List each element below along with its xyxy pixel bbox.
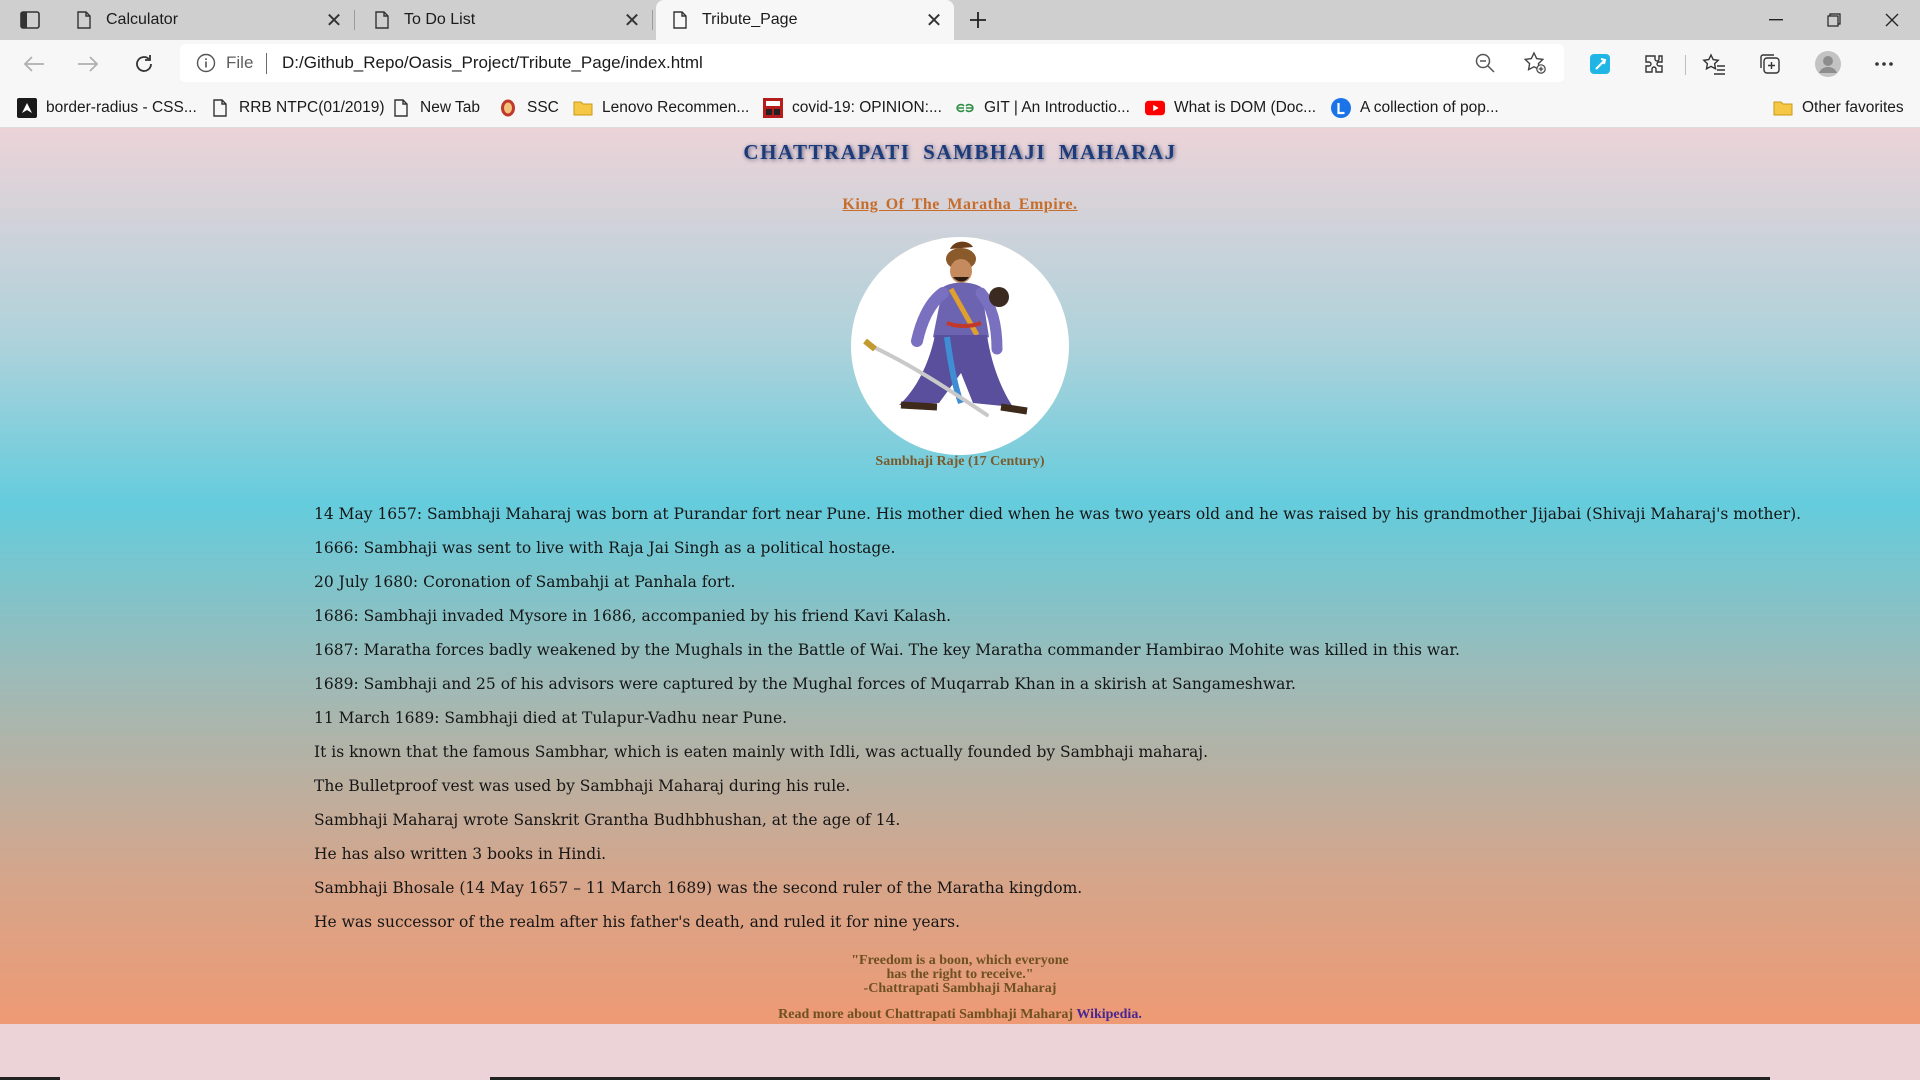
add-favorite-icon[interactable] [1523,51,1547,75]
news-icon [763,98,783,118]
address-divider [266,53,267,74]
bookmark-item[interactable]: GIT | An Introductio... [955,97,1130,119]
list-item: 1666: Sambhaji was sent to live with Raj… [314,539,896,557]
toolbar-divider [1685,55,1686,75]
page-icon [391,98,411,118]
close-window-button[interactable] [1864,0,1920,40]
bookmark-item[interactable]: border-radius - CSS... [17,97,197,119]
read-more: Read more about Chattrapati Sambhaji Mah… [0,1007,1920,1023]
quote-line: has the right to receive." [886,967,1034,982]
bookmark-item[interactable]: Lenovo Recommen... [573,97,749,119]
favorites-icon[interactable] [1700,50,1728,78]
list-item: Sambhaji Maharaj wrote Sanskrit Grantha … [314,811,901,829]
avatar[interactable] [1814,50,1842,78]
tribute-facts-list: 14 May 1657: Sambhaji Maharaj was born a… [314,504,1802,946]
tab-calculator[interactable]: Calculator ✕ [60,0,355,40]
bookmark-label: Lenovo Recommen... [602,99,750,116]
bookmark-label: New Tab [420,99,481,116]
image-caption: Sambhaji Raje (17 Century) [875,454,1045,469]
tab-title: Calculator [106,11,179,28]
list-item: The Bulletproof vest was used by Sambhaj… [314,777,851,795]
bookmark-item[interactable]: SSC [498,97,559,119]
sambhaji-portrait-image [851,237,1069,455]
bookmark-label: border-radius - CSS... [46,99,197,116]
page-viewport: CHATTRAPATI SAMBHAJI MAHARAJ King Of The… [0,128,1920,1024]
list-item: 20 July 1680: Coronation of Sambahji at … [314,573,736,591]
bookmark-label: GIT | An Introductio... [984,99,1130,116]
new-tab-button[interactable] [962,4,994,36]
list-item: 1686: Sambhaji invaded Mysore in 1686, a… [314,607,952,625]
close-icon[interactable]: ✕ [618,6,646,34]
bookmark-label: RRB NTPC(01/2019) [239,99,385,116]
tab-to-do-list[interactable]: To Do List ✕ [358,0,653,40]
bookmark-item[interactable]: What is DOM (Doc... [1145,97,1316,119]
page-bottom-area [0,1024,1920,1080]
restore-button[interactable] [1806,0,1862,40]
address-scheme: File [226,53,254,72]
list-item: 1689: Sambhaji and 25 of his advisors we… [314,675,1296,693]
tab-title: Tribute_Page [702,11,798,28]
extensions-icon[interactable] [1640,50,1668,78]
ssc-emblem-icon [498,98,518,118]
read-more-text: Read more about Chattrapati Sambhaji Mah… [778,1007,1074,1022]
list-item: He was successor of the realm after his … [314,913,961,931]
list-item: Sambhaji Bhosale (14 May 1657 – 11 March… [314,879,1083,897]
l-logo-icon [1331,98,1351,118]
gfg-icon [955,98,975,118]
tab-strip: Calculator ✕ To Do List ✕ Tribute_Page ✕ [0,0,1920,40]
bookmark-label: A collection of pop... [1360,99,1499,116]
address-url[interactable]: D:/Github_Repo/Oasis_Project/Tribute_Pag… [282,53,703,73]
bookmark-label: covid-19: OPINION:... [792,99,942,116]
close-icon[interactable]: ✕ [320,6,348,34]
other-favorites[interactable]: Other favorites [1773,97,1904,119]
forward-button[interactable] [70,46,106,82]
bookmark-label: What is DOM (Doc... [1174,99,1317,116]
quote-author: -Chattrapati Sambhaji Maharaj [863,981,1057,996]
edge-drop-icon[interactable] [1586,50,1614,78]
tab-title: To Do List [404,11,476,28]
bookmark-item[interactable]: RRB NTPC(01/2019) [210,97,385,119]
info-icon[interactable] [196,53,216,73]
bookmark-label: SSC [527,99,559,116]
other-favorites-label: Other favorites [1802,99,1904,116]
bookmark-item[interactable]: A collection of pop... [1331,97,1499,119]
bookmark-dark-icon [17,98,37,118]
page-icon [210,98,230,118]
tab-tribute-page[interactable]: Tribute_Page ✕ [656,0,954,40]
bookmark-item[interactable]: covid-19: OPINION:... [763,97,942,119]
collections-icon[interactable] [1756,50,1784,78]
page-icon [74,10,94,30]
wikipedia-link[interactable]: Wikipedia. [1076,1007,1142,1022]
page-icon [372,10,392,30]
address-bar[interactable]: File D:/Github_Repo/Oasis_Project/Tribut… [180,44,1564,82]
list-item: 11 March 1689: Sambhaji died at Tulapur-… [314,709,788,727]
folder-icon [573,98,593,118]
zoom-out-icon[interactable] [1474,52,1496,74]
close-icon[interactable]: ✕ [920,6,948,34]
browser-toolbar: File D:/Github_Repo/Oasis_Project/Tribut… [0,40,1920,87]
youtube-icon [1145,98,1165,118]
favorites-bar: border-radius - CSS... RRB NTPC(01/2019)… [0,87,1920,128]
bookmark-item[interactable]: New Tab [391,97,480,119]
more-menu-icon[interactable] [1870,50,1898,78]
folder-icon [1773,98,1793,118]
quote-line: "Freedom is a boon, which everyone [851,953,1069,968]
tab-actions-icon[interactable] [14,8,46,32]
page-icon [670,10,690,30]
page-title: CHATTRAPATI SAMBHAJI MAHARAJ [743,140,1177,164]
list-item: It is known that the famous Sambhar, whi… [314,743,1208,761]
minimize-button[interactable] [1748,0,1804,40]
list-item: 1687: Maratha forces badly weakened by t… [314,641,1460,659]
list-item: He has also written 3 books in Hindi. [314,845,607,863]
page-subtitle: King Of The Maratha Empire. [842,196,1078,213]
refresh-button[interactable] [126,46,162,82]
list-item: 14 May 1657: Sambhaji Maharaj was born a… [314,505,1802,523]
back-button[interactable] [16,46,52,82]
quote: "Freedom is a boon, which everyone has t… [0,954,1920,996]
